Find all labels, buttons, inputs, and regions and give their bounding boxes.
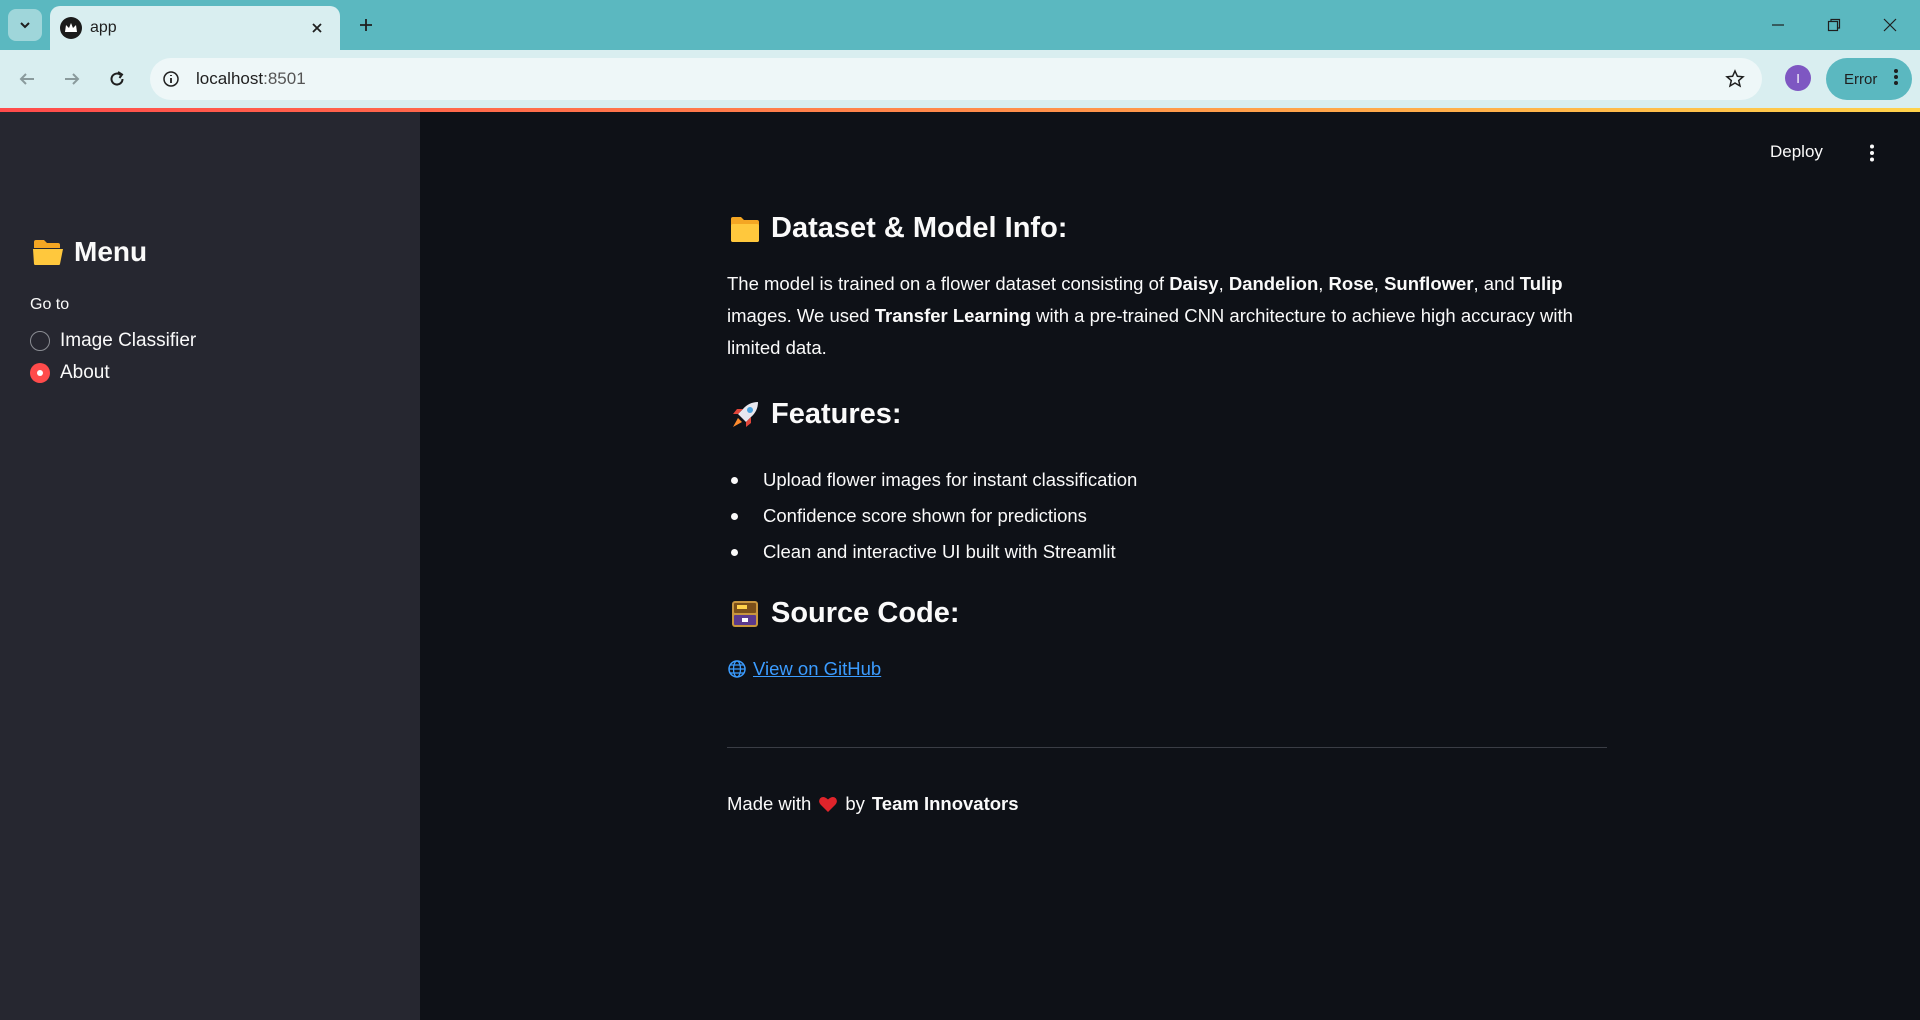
rocket-icon: [733, 401, 758, 427]
site-info-icon[interactable]: [158, 66, 184, 92]
back-arrow-icon[interactable]: [10, 62, 44, 96]
browser-toolbar: localhost:8501 I Error: [0, 50, 1920, 108]
close-tab-icon[interactable]: [304, 15, 330, 41]
list-item: Upload flower images for instant classif…: [727, 462, 1137, 498]
heart-icon: [819, 796, 838, 812]
bookmark-star-icon[interactable]: [1722, 66, 1748, 92]
radio-option-image-classifier[interactable]: Image Classifier: [30, 330, 196, 352]
source-heading-text: Source Code:: [771, 597, 960, 629]
footer-credit: Made with by Team Innovators: [727, 793, 1019, 814]
divider: [727, 747, 1607, 748]
vertical-dots-icon: [1894, 68, 1898, 90]
main-menu-vertical-dots-icon[interactable]: [1860, 141, 1884, 165]
new-tab-plus-icon[interactable]: [350, 9, 382, 41]
browser-tab-active[interactable]: app: [50, 6, 340, 50]
dataset-heading: Dataset & Model Info:: [729, 212, 1067, 245]
profile-avatar[interactable]: I: [1785, 65, 1811, 91]
radio-option-about[interactable]: About: [30, 362, 110, 384]
browser-tabstrip: app: [0, 0, 1920, 50]
goto-label: Go to: [30, 296, 70, 313]
tab-title: app: [90, 19, 117, 36]
sidebar: Menu Go to Image Classifier About: [0, 112, 420, 1020]
dataset-paragraph: The model is trained on a flower dataset…: [727, 273, 1573, 358]
radio-button-unchecked[interactable]: [30, 331, 50, 351]
reload-icon[interactable]: [100, 62, 134, 96]
features-list: Upload flower images for instant classif…: [727, 462, 1137, 570]
error-label: Error: [1844, 70, 1878, 88]
chevron-down-icon: [20, 22, 30, 29]
error-menu-button[interactable]: Error: [1826, 58, 1912, 100]
file-cabinet-icon: [732, 600, 758, 627]
github-link-text[interactable]: View on GitHub: [753, 658, 881, 680]
dataset-heading-text: Dataset & Model Info:: [771, 212, 1068, 244]
radio-button-checked[interactable]: [30, 363, 50, 383]
list-item: Confidence score shown for predictions: [727, 498, 1137, 534]
source-heading: Source Code:: [729, 597, 960, 630]
close-window-icon[interactable]: [1862, 0, 1918, 50]
features-heading-text: Features:: [771, 398, 902, 430]
streamlit-crown-icon: [60, 17, 82, 39]
open-folder-icon: [33, 240, 63, 265]
minimize-window-icon[interactable]: [1750, 0, 1806, 50]
folder-icon: [731, 216, 759, 242]
forward-arrow-icon[interactable]: [55, 62, 89, 96]
sidebar-title-text: Menu: [74, 236, 148, 267]
tab-search-button[interactable]: [8, 9, 42, 41]
radio-label: Image Classifier: [60, 330, 197, 351]
globe-icon: [728, 660, 746, 678]
restore-window-icon[interactable]: [1806, 0, 1862, 50]
list-item: Clean and interactive UI built with Stre…: [727, 534, 1137, 570]
deploy-button[interactable]: Deploy: [1770, 142, 1823, 162]
address-bar[interactable]: localhost:8501: [150, 58, 1762, 100]
url-text: localhost:8501: [196, 69, 306, 88]
sidebar-title: Menu: [32, 236, 147, 268]
radio-label: About: [60, 362, 110, 383]
features-heading: Features:: [729, 398, 902, 431]
github-link[interactable]: View on GitHub: [727, 658, 881, 680]
